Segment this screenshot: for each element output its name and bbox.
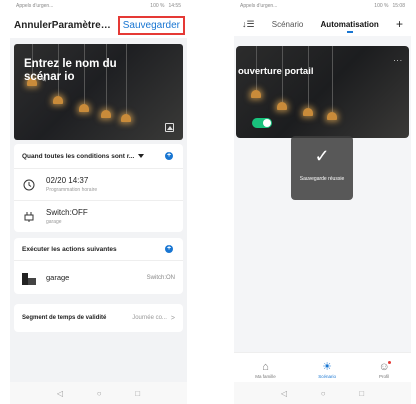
battery-text: 100 % — [150, 3, 165, 9]
tab-label: Profil — [378, 374, 390, 379]
automation-title: ouverture portail — [238, 66, 314, 77]
automation-card[interactable]: ouverture portail ... — [236, 46, 409, 138]
validity-label: Segment de temps de validité — [22, 315, 107, 321]
status-bar: Appels d'urgen... 100 % 14:55 — [10, 0, 187, 12]
settings-header: Annuler Paramètres d'auto... Sauvegarder — [10, 12, 187, 38]
action-state: Switch:ON — [146, 274, 175, 281]
carrier-text: Appels d'urgen... — [16, 3, 54, 9]
save-button[interactable]: Sauvegarder — [117, 16, 185, 35]
clock-icon — [22, 178, 36, 192]
action-device-name: garage — [46, 273, 70, 282]
tab-automatisation[interactable]: Automatisation — [321, 20, 379, 33]
time-text: 15:08 — [392, 3, 405, 9]
recent-apps-button[interactable]: □ — [135, 389, 140, 398]
condition-type: Programmation horaire — [46, 187, 98, 193]
scenes-header: ↓☰ Scénario Automatisation + — [234, 12, 411, 36]
right-phone-screen: Appels d'urgen... 100 % 15:08 ↓☰ Scénari… — [234, 0, 411, 404]
back-button[interactable]: ◁ — [281, 389, 287, 398]
carrier-text: Appels d'urgen... — [240, 3, 278, 9]
home-icon: ⌂ — [262, 361, 269, 373]
actions-header: Exécuter les actions suivantes + — [14, 238, 183, 260]
save-success-toast: ✓ Sauvegarde réussie — [291, 136, 353, 200]
back-button[interactable]: ◁ — [57, 389, 63, 398]
condition-device: garage — [46, 219, 62, 225]
validity-value: Journée co... — [132, 315, 167, 321]
image-icon[interactable] — [165, 123, 174, 132]
home-button[interactable]: ○ — [97, 389, 102, 398]
plug-icon — [22, 210, 36, 224]
add-button[interactable]: + — [396, 17, 403, 31]
chevron-right-icon: > — [170, 314, 175, 322]
bottom-tabbar: ⌂ Ma famille ☀ Scénario ☺ Profil — [234, 352, 411, 382]
action-row[interactable]: garage Switch:ON — [14, 260, 183, 294]
left-phone-screen: Appels d'urgen... 100 % 14:55 Annuler Pa… — [10, 0, 187, 404]
home-button[interactable]: ○ — [321, 389, 326, 398]
automation-toggle[interactable] — [252, 118, 272, 128]
status-bar: Appels d'urgen... 100 % 15:08 — [234, 0, 411, 12]
condition-row[interactable]: Switch:OFF garage — [14, 200, 183, 232]
sort-list-icon[interactable]: ↓☰ — [242, 19, 255, 30]
condition-time: 02/20 14:37 — [46, 176, 89, 185]
edit-icon[interactable]: ✎ — [40, 75, 47, 84]
system-navbar: ◁ ○ □ — [10, 382, 187, 404]
conditions-heading: Quand toutes les conditions sont r... — [22, 152, 135, 160]
profile-icon: ☺ — [378, 361, 391, 373]
tab-scenario[interactable]: Scénario — [272, 20, 304, 29]
system-navbar: ◁ ○ □ — [234, 382, 411, 404]
tab-scenario-bottom[interactable]: ☀ Scénario — [318, 360, 336, 379]
scene-cover-image[interactable]: Entrez le nom du scénar io ✎ — [14, 44, 183, 140]
chevron-down-icon[interactable] — [138, 154, 145, 158]
condition-row[interactable]: 02/20 14:37 Programmation horaire — [14, 168, 183, 200]
toast-message: Sauvegarde réussie — [299, 176, 345, 182]
tab-ma-famille[interactable]: ⌂ Ma famille — [255, 360, 276, 379]
time-text: 14:55 — [168, 3, 181, 9]
add-condition-button[interactable]: + — [165, 152, 173, 160]
tab-label: Scénario — [318, 374, 336, 379]
tab-profil[interactable]: ☺ Profil — [378, 360, 391, 379]
checkmark-icon: ✓ — [314, 146, 330, 166]
condition-switch: Switch:OFF — [46, 208, 88, 217]
page-title: Paramètres d'auto... — [51, 19, 114, 31]
more-options-icon[interactable]: ... — [393, 54, 403, 63]
actions-heading: Exécuter les actions suivantes — [22, 245, 117, 253]
garage-icon — [22, 272, 36, 285]
cancel-button[interactable]: Annuler — [14, 20, 52, 31]
conditions-card: Quand toutes les conditions sont r... + … — [14, 144, 183, 232]
battery-text: 100 % — [374, 3, 389, 9]
sun-icon: ☀ — [322, 361, 333, 373]
validity-period-row[interactable]: Segment de temps de validité Journée co.… — [14, 304, 183, 332]
actions-card: Exécuter les actions suivantes + garage … — [14, 238, 183, 294]
tab-label: Ma famille — [255, 374, 276, 379]
add-action-button[interactable]: + — [165, 245, 173, 253]
conditions-header[interactable]: Quand toutes les conditions sont r... + — [14, 144, 183, 168]
recent-apps-button[interactable]: □ — [359, 389, 364, 398]
